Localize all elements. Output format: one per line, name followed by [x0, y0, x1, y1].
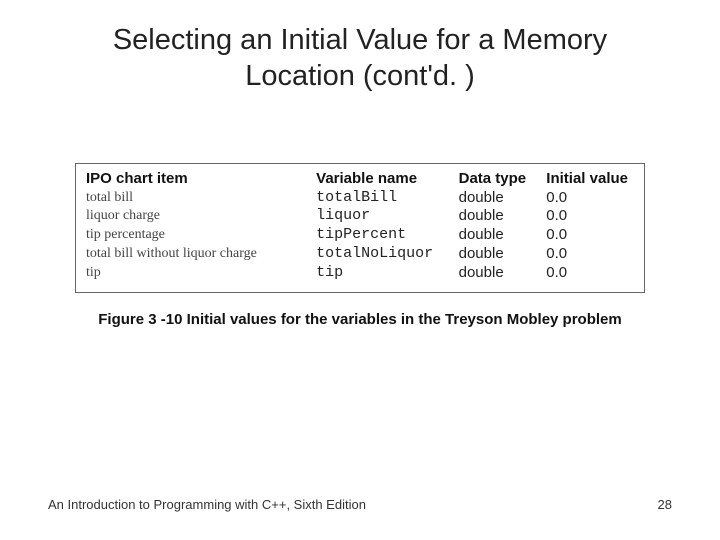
cell-item: tip percentage	[86, 226, 316, 245]
table-row: total bill totalBill double 0.0	[86, 189, 634, 208]
cell-varname: liquor	[316, 207, 458, 226]
table-row: total bill without liquor charge totalNo…	[86, 245, 634, 264]
footer-book-title: An Introduction to Programming with C++,…	[48, 497, 366, 512]
header-varname: Variable name	[316, 170, 458, 189]
header-initval: Initial value	[546, 170, 634, 189]
slide-footer: An Introduction to Programming with C++,…	[48, 497, 672, 512]
cell-datatype: double	[459, 207, 547, 226]
cell-item: total bill without liquor charge	[86, 245, 316, 264]
cell-item: liquor charge	[86, 207, 316, 226]
cell-initval: 0.0	[546, 226, 634, 245]
header-item: IPO chart item	[86, 170, 316, 189]
title-line-1: Selecting an Initial Value for a Memory	[113, 24, 607, 56]
cell-item: total bill	[86, 189, 316, 208]
table-header-row: IPO chart item Variable name Data type I…	[86, 170, 634, 189]
ipo-table: IPO chart item Variable name Data type I…	[86, 170, 634, 283]
cell-datatype: double	[459, 189, 547, 208]
cell-varname: tip	[316, 264, 458, 283]
figure-caption: Figure 3 -10 Initial values for the vari…	[0, 311, 720, 328]
cell-varname: totalNoLiquor	[316, 245, 458, 264]
table-row: tip tip double 0.0	[86, 264, 634, 283]
slide-title: Selecting an Initial Value for a Memory …	[0, 0, 720, 95]
cell-item: tip	[86, 264, 316, 283]
footer-page-number: 28	[658, 497, 672, 512]
header-datatype: Data type	[459, 170, 547, 189]
table-row: tip percentage tipPercent double 0.0	[86, 226, 634, 245]
cell-initval: 0.0	[546, 245, 634, 264]
cell-datatype: double	[459, 245, 547, 264]
title-line-2: Location (cont'd. )	[245, 60, 475, 92]
cell-varname: totalBill	[316, 189, 458, 208]
cell-datatype: double	[459, 264, 547, 283]
cell-datatype: double	[459, 226, 547, 245]
cell-initval: 0.0	[546, 189, 634, 208]
cell-varname: tipPercent	[316, 226, 458, 245]
cell-initval: 0.0	[546, 264, 634, 283]
ipo-chart-box: IPO chart item Variable name Data type I…	[75, 163, 645, 294]
cell-initval: 0.0	[546, 207, 634, 226]
table-row: liquor charge liquor double 0.0	[86, 207, 634, 226]
